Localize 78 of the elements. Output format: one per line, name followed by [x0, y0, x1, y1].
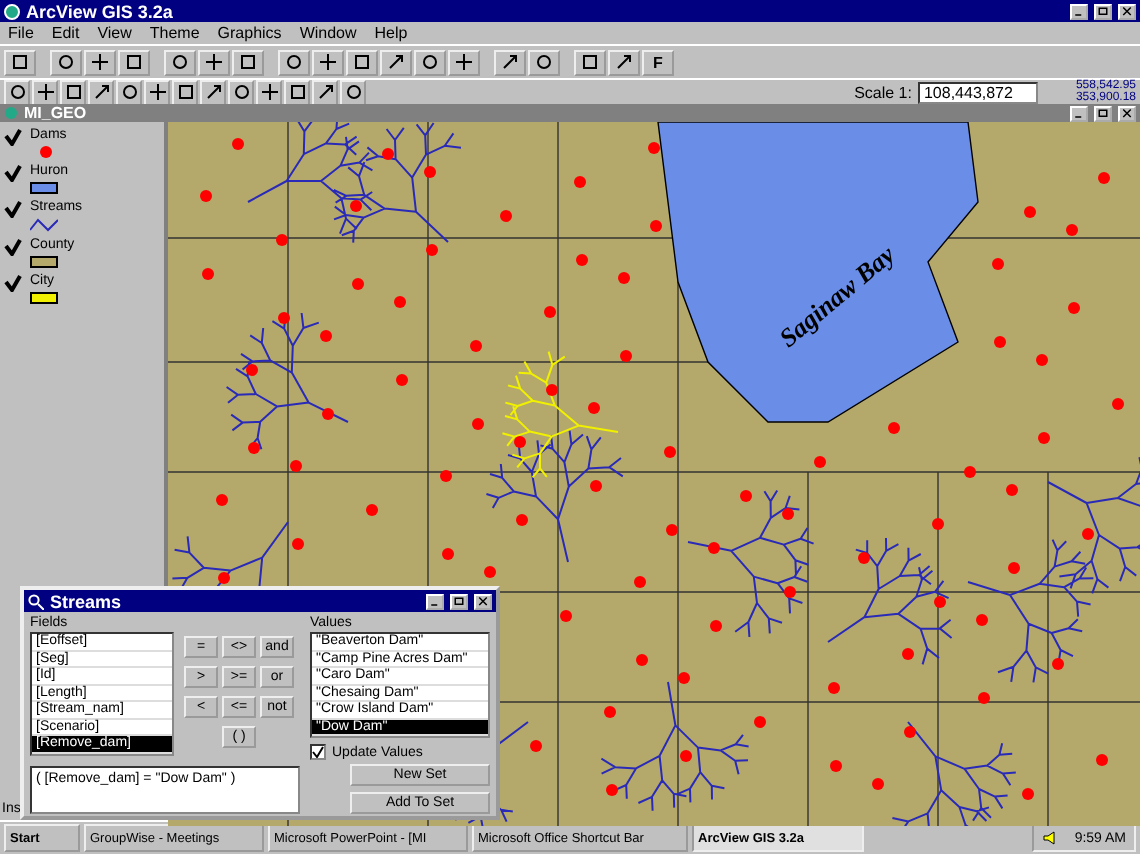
- tool-button[interactable]: [256, 79, 282, 105]
- scale-label: Scale 1:: [854, 83, 912, 101]
- menu-item[interactable]: Edit: [51, 24, 80, 42]
- toolbar-button[interactable]: [448, 49, 480, 75]
- scale-field[interactable]: 108,443,872: [917, 81, 1038, 103]
- menu-item[interactable]: View: [97, 24, 132, 42]
- tool-button[interactable]: [60, 79, 86, 105]
- menu-item[interactable]: Window: [299, 24, 357, 42]
- toolbar-button[interactable]: [50, 49, 82, 75]
- toolbar-button[interactable]: [118, 49, 150, 75]
- maximize-icon[interactable]: [1094, 105, 1112, 121]
- tool-button[interactable]: [172, 79, 198, 105]
- toolbar-button[interactable]: [608, 49, 640, 75]
- tool-icon: [534, 52, 554, 72]
- tool-button[interactable]: [228, 79, 254, 105]
- tool-button[interactable]: [340, 79, 366, 105]
- globe-icon: [4, 106, 18, 120]
- toolbar-button[interactable]: [198, 49, 230, 75]
- menu-item[interactable]: Theme: [149, 24, 200, 42]
- tool-button[interactable]: [4, 79, 30, 105]
- tool-icon: [147, 82, 167, 102]
- tool-icon: [315, 82, 335, 102]
- speaker-icon[interactable]: [1042, 830, 1059, 846]
- tool-icon: [386, 52, 406, 72]
- tool-button[interactable]: [312, 79, 338, 105]
- minimize-icon[interactable]: [426, 593, 444, 609]
- tool-icon: [454, 52, 474, 72]
- tool-icon: [204, 52, 224, 72]
- toolbar-button[interactable]: [4, 49, 36, 75]
- toolbar-button[interactable]: [414, 49, 446, 75]
- search-icon: [28, 593, 44, 609]
- globe-icon: [4, 3, 20, 19]
- checkmark-icon[interactable]: [4, 128, 22, 146]
- menu-item[interactable]: Graphics: [217, 24, 282, 42]
- toolbar-button[interactable]: [232, 49, 264, 75]
- menu-item[interactable]: Help: [374, 24, 408, 42]
- toolbar-button[interactable]: [312, 49, 344, 75]
- checkmark-icon[interactable]: [4, 238, 22, 256]
- tool-button[interactable]: [144, 79, 170, 105]
- tool-icon: [614, 52, 634, 72]
- tool-button[interactable]: [32, 79, 58, 105]
- toolbar-button[interactable]: [84, 49, 116, 75]
- checkmark-icon[interactable]: [4, 274, 22, 292]
- tool-icon: [91, 82, 111, 102]
- close-icon[interactable]: [1118, 105, 1136, 121]
- tool-button[interactable]: [88, 79, 114, 105]
- tool-button[interactable]: [200, 79, 226, 105]
- view-title: MI_GEO: [24, 104, 89, 122]
- close-icon[interactable]: [474, 593, 492, 609]
- tool-icon: [580, 52, 600, 72]
- toolbar-button[interactable]: [494, 49, 526, 75]
- maximize-icon[interactable]: [1094, 3, 1112, 19]
- close-icon[interactable]: [1118, 3, 1136, 19]
- tool-button[interactable]: [284, 79, 310, 105]
- minimize-icon[interactable]: [1070, 3, 1088, 19]
- tool-icon: [90, 52, 110, 72]
- minimize-icon[interactable]: [1070, 105, 1088, 121]
- tool-icon: [500, 52, 520, 72]
- tool-icon: [259, 82, 279, 102]
- toolbar-button[interactable]: [574, 49, 606, 75]
- toolbar-button[interactable]: [380, 49, 412, 75]
- tool-icon: [420, 52, 440, 72]
- toolbar-button[interactable]: [346, 49, 378, 75]
- toolbar-button[interactable]: [164, 49, 196, 75]
- tool-icon: [318, 52, 338, 72]
- dialog-title: Streams: [50, 591, 124, 611]
- toolbar-button[interactable]: [528, 49, 560, 75]
- window-title: ArcView GIS 3.2a: [26, 1, 175, 21]
- menu-item[interactable]: File: [8, 24, 34, 42]
- toolbar-button[interactable]: [278, 49, 310, 75]
- checkmark-icon[interactable]: [4, 164, 22, 182]
- checkmark-icon[interactable]: [4, 200, 22, 218]
- tool-icon: [203, 82, 223, 102]
- tool-icon: [35, 82, 55, 102]
- maximize-icon[interactable]: [450, 593, 468, 609]
- tool-button[interactable]: [116, 79, 142, 105]
- toolbar-button[interactable]: F: [642, 49, 674, 75]
- checkbox[interactable]: [310, 744, 326, 760]
